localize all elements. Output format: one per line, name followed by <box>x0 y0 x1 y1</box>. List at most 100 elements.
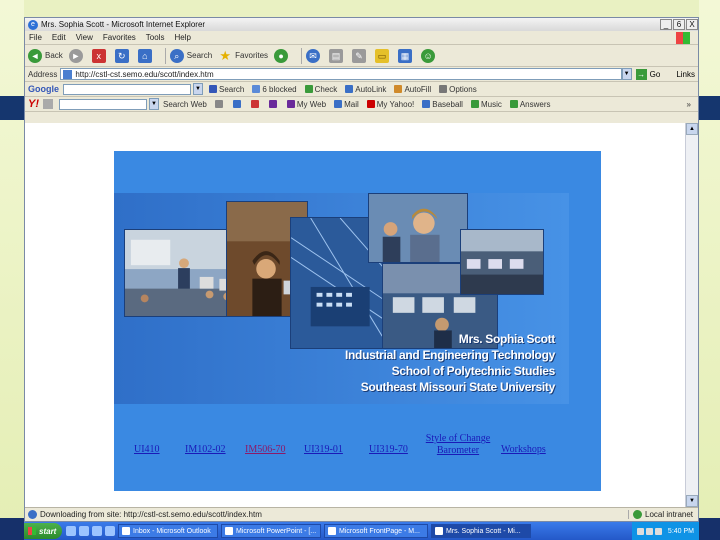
toolbar-overflow-chevron-icon[interactable]: » <box>687 100 691 109</box>
task-internet-explorer[interactable]: Mrs. Sophia Scott - Mi... <box>431 524 531 538</box>
quicklaunch-desktop-icon[interactable] <box>66 526 76 536</box>
google-logo[interactable]: Google <box>28 84 59 94</box>
music-button[interactable]: Music <box>470 99 502 109</box>
baseball-label: Baseball <box>432 99 463 109</box>
address-dropdown-button[interactable]: ▼ <box>621 68 632 80</box>
google-options-button[interactable]: Options <box>439 85 477 94</box>
home-icon: ⌂ <box>137 48 152 63</box>
yahoo-search-dropdown[interactable]: ▼ <box>149 98 159 110</box>
task-powerpoint-label: Microsoft PowerPoint - [... <box>236 527 317 535</box>
edit-button[interactable]: ✎ <box>352 48 369 63</box>
menu-help[interactable]: Help <box>174 33 190 42</box>
stop-button[interactable]: x <box>91 48 109 63</box>
menu-view[interactable]: View <box>76 33 93 42</box>
search-web-label: Search Web <box>163 99 207 109</box>
vertical-scrollbar[interactable]: ▲ ▼ <box>685 123 698 507</box>
toolbar-separator <box>301 47 303 64</box>
course-link-im506-70[interactable]: IM506-70 <box>245 444 286 456</box>
baseball-button[interactable]: Baseball <box>422 100 463 109</box>
back-label: Back <box>45 51 63 60</box>
tray-volume-icon[interactable] <box>645 527 653 535</box>
menu-edit[interactable]: Edit <box>52 33 66 42</box>
home-button[interactable]: ⌂ <box>137 48 155 63</box>
answers-button[interactable]: Answers <box>509 100 551 109</box>
mail-link-button[interactable]: Mail <box>334 100 359 109</box>
title-bar: e Mrs. Sophia Scott - Microsoft Internet… <box>25 18 698 31</box>
zone-label: Local intranet <box>645 510 694 519</box>
yahoo-search-input[interactable] <box>59 98 147 110</box>
go-button[interactable]: → Go <box>635 68 660 80</box>
task-outlook-label: Inbox - Microsoft Outlook <box>133 527 211 535</box>
start-button[interactable]: start <box>24 523 62 539</box>
classroom-photo <box>124 229 242 317</box>
maximize-button[interactable]: 6 <box>673 19 685 30</box>
google-search-input[interactable] <box>63 83 191 95</box>
popup-blocker-button[interactable]: 6 blocked <box>252 85 297 94</box>
course-link-ui410[interactable]: UI410 <box>134 444 160 456</box>
mail-button[interactable]: ✉ <box>306 48 323 63</box>
yahoo-pencil-button[interactable] <box>214 100 225 108</box>
forward-button[interactable]: ► <box>68 48 86 63</box>
course-link-style-of-change-barometer[interactable]: Style of Change Barometer <box>421 433 495 457</box>
refresh-button[interactable]: ↻ <box>114 48 132 63</box>
my-web-button[interactable]: My Web <box>286 100 326 109</box>
music-label: Music <box>480 99 502 109</box>
research-button[interactable]: ▦ <box>398 48 415 63</box>
favorites-button[interactable]: ★ Favorites <box>218 47 268 63</box>
task-frontpage[interactable]: Microsoft FrontPage - M... <box>324 524 428 538</box>
quicklaunch-ie-icon[interactable] <box>79 526 89 536</box>
favorites-star-icon: ★ <box>219 47 231 63</box>
windows-flag-icon <box>28 527 36 535</box>
course-link-im102-02[interactable]: IM102-02 <box>185 444 226 456</box>
links-button[interactable]: Links <box>676 70 695 79</box>
my-yahoo-button[interactable]: My Yahoo! <box>366 100 414 109</box>
search-button[interactable]: ⌕ Search <box>169 48 212 63</box>
menu-file[interactable]: File <box>29 33 42 42</box>
yahoo-edit-icon[interactable] <box>43 99 53 109</box>
check-icon <box>304 85 313 93</box>
task-outlook[interactable]: Inbox - Microsoft Outlook <box>118 524 218 538</box>
media-button[interactable]: ● <box>274 48 291 63</box>
bookmark-icon <box>232 100 241 108</box>
tray-security-icon[interactable] <box>654 527 662 535</box>
back-button[interactable]: ◄ Back <box>28 48 63 63</box>
google-search-button[interactable]: Search <box>209 85 244 94</box>
task-powerpoint[interactable]: Microsoft PowerPoint - [... <box>221 524 321 538</box>
yahoo-antispy-button[interactable] <box>250 100 261 108</box>
autolink-button[interactable]: AutoLink <box>345 85 386 94</box>
banner-name: Mrs. Sophia Scott <box>458 332 556 346</box>
spell-check-button[interactable]: Check <box>304 85 337 94</box>
workshops-link[interactable]: Workshops <box>501 444 546 456</box>
messenger-button[interactable]: ☺ <box>421 48 438 63</box>
security-zone: Local intranet <box>628 510 698 519</box>
course-links: UI410 IM102-02 IM506-70 UI319-01 UI319-7… <box>114 433 601 465</box>
antispy-icon <box>250 100 259 108</box>
envelope-icon <box>334 100 343 108</box>
yahoo-pop-button[interactable] <box>268 100 279 108</box>
quicklaunch-outlook-icon[interactable] <box>92 526 102 536</box>
yahoo-bookmark-button[interactable] <box>232 100 243 108</box>
google-search-dropdown[interactable]: ▼ <box>193 83 203 95</box>
address-bar: Address http://cstl-cst.semo.edu/scott/i… <box>25 67 698 82</box>
intranet-globe-icon <box>633 510 642 519</box>
notes-button[interactable]: ▭ <box>375 48 392 63</box>
yahoo-search-web-button[interactable]: Search Web <box>163 100 207 109</box>
scroll-up-arrow-icon[interactable]: ▲ <box>686 123 698 135</box>
menu-tools[interactable]: Tools <box>146 33 165 42</box>
course-link-ui319-01[interactable]: UI319-01 <box>304 444 343 456</box>
menu-favorites[interactable]: Favorites <box>103 33 136 42</box>
go-arrow-icon: → <box>635 68 647 80</box>
address-input[interactable]: http://cstl-cst.semo.edu/scott/index.htm <box>60 68 622 80</box>
print-button[interactable]: ▤ <box>329 48 346 63</box>
quicklaunch-word-icon[interactable] <box>105 526 115 536</box>
scroll-down-arrow-icon[interactable]: ▼ <box>686 495 698 507</box>
tray-network-icon[interactable] <box>636 527 644 535</box>
close-button[interactable]: X <box>686 19 698 30</box>
autofill-button[interactable]: AutoFill <box>394 85 431 94</box>
minimize-button[interactable]: _ <box>660 19 672 30</box>
course-link-ui319-70[interactable]: UI319-70 <box>369 444 408 456</box>
slide-background-right <box>699 0 720 540</box>
yahoo-logo[interactable]: Y! <box>28 98 39 110</box>
my-web-icon <box>286 100 295 108</box>
refresh-icon: ↻ <box>114 48 129 63</box>
